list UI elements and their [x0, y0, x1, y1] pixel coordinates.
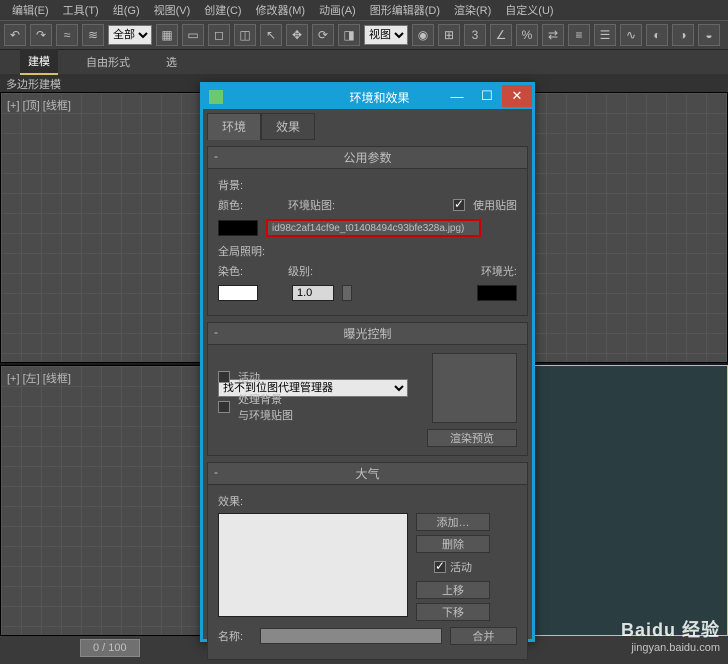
menu-tools[interactable]: 工具(T)	[57, 0, 105, 20]
processbg-checkbox[interactable]	[218, 401, 230, 413]
exposure-active-label: 活动	[238, 369, 260, 385]
collapse-icon[interactable]: -	[214, 149, 218, 163]
exposure-active-checkbox[interactable]	[218, 371, 230, 383]
dialog-tabs: 环境 效果	[207, 113, 528, 140]
refcoord-dropdown[interactable]: 视图	[364, 25, 408, 45]
dialog-icon	[209, 90, 223, 104]
effects-listbox[interactable]	[218, 513, 408, 617]
env-map-button[interactable]: id98c2af14cf9e_t01408494c93bfe328a.jpg)	[266, 219, 481, 237]
rollup-common-params: - 公用参数 背景: 颜色: 环境贴图: 使用贴图 id98c2af14cf9e…	[207, 146, 528, 316]
global-illum-label: 全局照明:	[218, 243, 517, 259]
layer-icon[interactable]: ☰	[594, 24, 616, 46]
menu-animation[interactable]: 动画(A)	[313, 0, 362, 20]
curve-icon[interactable]: ∿	[620, 24, 642, 46]
delete-button[interactable]: 删除	[416, 535, 490, 553]
move-icon[interactable]: ✥	[286, 24, 308, 46]
processbg-label: 处理背景 与环境贴图	[238, 391, 293, 423]
frame-indicator[interactable]: 0 / 100	[80, 639, 140, 657]
viewport-label[interactable]: [+] [顶] [线框]	[7, 97, 71, 113]
link-icon[interactable]: ≈	[56, 24, 78, 46]
ribbon-tab-freeform[interactable]: 自由形式	[78, 50, 138, 74]
usemap-checkbox[interactable]	[453, 199, 465, 211]
selection-filter[interactable]: 全部	[108, 25, 152, 45]
selectobj-icon[interactable]: ▦	[156, 24, 178, 46]
menu-bar: 编辑(E) 工具(T) 组(G) 视图(V) 创建(C) 修改器(M) 动画(A…	[0, 0, 728, 20]
viewport-label[interactable]: [+] [左] [线框]	[7, 370, 71, 386]
menu-group[interactable]: 组(G)	[107, 0, 146, 20]
ribbon-bar: 建模 自由形式 选	[0, 50, 728, 74]
rendersetup-icon[interactable]: ◒	[698, 24, 720, 46]
merge-button[interactable]: 合并	[450, 627, 517, 645]
tint-swatch[interactable]	[218, 285, 258, 301]
menu-view[interactable]: 视图(V)	[148, 0, 197, 20]
minimize-button[interactable]: —	[442, 85, 472, 107]
menu-rendering[interactable]: 渲染(R)	[448, 0, 497, 20]
align-icon[interactable]: ≡	[568, 24, 590, 46]
ribbon-tab-select[interactable]: 选	[158, 50, 185, 74]
collapse-icon[interactable]: -	[214, 465, 218, 479]
render-icon[interactable]: ◑	[672, 24, 694, 46]
environment-effects-dialog: 环境和效果 — ☐ ✕ 环境 效果 - 公用参数 背景: 颜色: 环境贴图:	[200, 82, 535, 642]
moveup-button[interactable]: 上移	[416, 581, 490, 599]
menu-grapheditors[interactable]: 图形编辑器(D)	[364, 0, 446, 20]
spinner-up-icon[interactable]	[342, 285, 352, 301]
rollup-header[interactable]: - 曝光控制	[208, 323, 527, 345]
movedown-button[interactable]: 下移	[416, 603, 490, 621]
axis-gizmo-icon	[11, 312, 51, 352]
anglesnap-icon[interactable]: ∠	[490, 24, 512, 46]
name-input[interactable]	[260, 628, 442, 644]
rollup-exposure: - 曝光控制 找不到位图代理管理器 活动 处理背景 与环境贴图	[207, 322, 528, 456]
add-button[interactable]: 添加…	[416, 513, 490, 531]
usemap-label: 使用贴图	[473, 197, 517, 213]
collapse-icon[interactable]: -	[214, 325, 218, 339]
background-label: 背景:	[218, 177, 517, 193]
level-spinner[interactable]: 1.0	[292, 285, 334, 301]
tint-label: 染色:	[218, 263, 252, 279]
rectselect-icon[interactable]: ◻	[208, 24, 230, 46]
main-toolbar: ↶ ↷ ≈ ≋ 全部 ▦ ▭ ◻ ◫ ↖ ✥ ⟳ ◨ 视图 ◉ ⊞ 3 ∠ % …	[0, 20, 728, 50]
maximize-button[interactable]: ☐	[472, 85, 502, 107]
unlink-icon[interactable]: ≋	[82, 24, 104, 46]
undo-icon[interactable]: ↶	[4, 24, 26, 46]
watermark: Baidu 经验 jingyan.baidu.com	[621, 616, 720, 654]
tab-effects[interactable]: 效果	[261, 113, 315, 140]
color-label: 颜色:	[218, 197, 252, 213]
effects-label: 效果:	[218, 493, 517, 509]
window-icon[interactable]: ◫	[234, 24, 256, 46]
rotate-icon[interactable]: ⟳	[312, 24, 334, 46]
ambient-swatch[interactable]	[477, 285, 517, 301]
manip-icon[interactable]: ⊞	[438, 24, 460, 46]
envmap-label: 环境贴图:	[288, 197, 335, 213]
exposure-preview	[432, 353, 517, 423]
bg-color-swatch[interactable]	[218, 220, 258, 236]
close-button[interactable]: ✕	[502, 85, 532, 107]
menu-edit[interactable]: 编辑(E)	[6, 0, 55, 20]
atmo-active-label: 活动	[450, 559, 472, 575]
snap-icon[interactable]: 3	[464, 24, 486, 46]
percentsnap-icon[interactable]: %	[516, 24, 538, 46]
select-icon[interactable]: ↖	[260, 24, 282, 46]
rollup-header[interactable]: - 大气	[208, 463, 527, 485]
matedit-icon[interactable]: ◐	[646, 24, 668, 46]
tab-environment[interactable]: 环境	[207, 113, 261, 140]
redo-icon[interactable]: ↷	[30, 24, 52, 46]
mirror-icon[interactable]: ⇄	[542, 24, 564, 46]
menu-modifiers[interactable]: 修改器(M)	[250, 0, 312, 20]
ambient-label: 环境光:	[481, 263, 517, 279]
scale-icon[interactable]: ◨	[338, 24, 360, 46]
dialog-titlebar[interactable]: 环境和效果 — ☐ ✕	[203, 85, 532, 109]
pivot-icon[interactable]: ◉	[412, 24, 434, 46]
menu-create[interactable]: 创建(C)	[198, 0, 247, 20]
menu-customize[interactable]: 自定义(U)	[499, 0, 559, 20]
watermark-url: jingyan.baidu.com	[621, 642, 720, 654]
selectname-icon[interactable]: ▭	[182, 24, 204, 46]
render-preview-button[interactable]: 渲染预览	[427, 429, 517, 447]
atmo-active-checkbox[interactable]	[434, 561, 446, 573]
ribbon-tab-model[interactable]: 建模	[20, 49, 58, 75]
rollup-header[interactable]: - 公用参数	[208, 147, 527, 169]
watermark-brand: Baidu 经验	[621, 616, 720, 642]
name-label: 名称:	[218, 628, 252, 644]
rollup-atmosphere: - 大气 效果: 添加… 删除 活动 上移 下移	[207, 462, 528, 660]
level-label: 级别:	[288, 263, 313, 279]
